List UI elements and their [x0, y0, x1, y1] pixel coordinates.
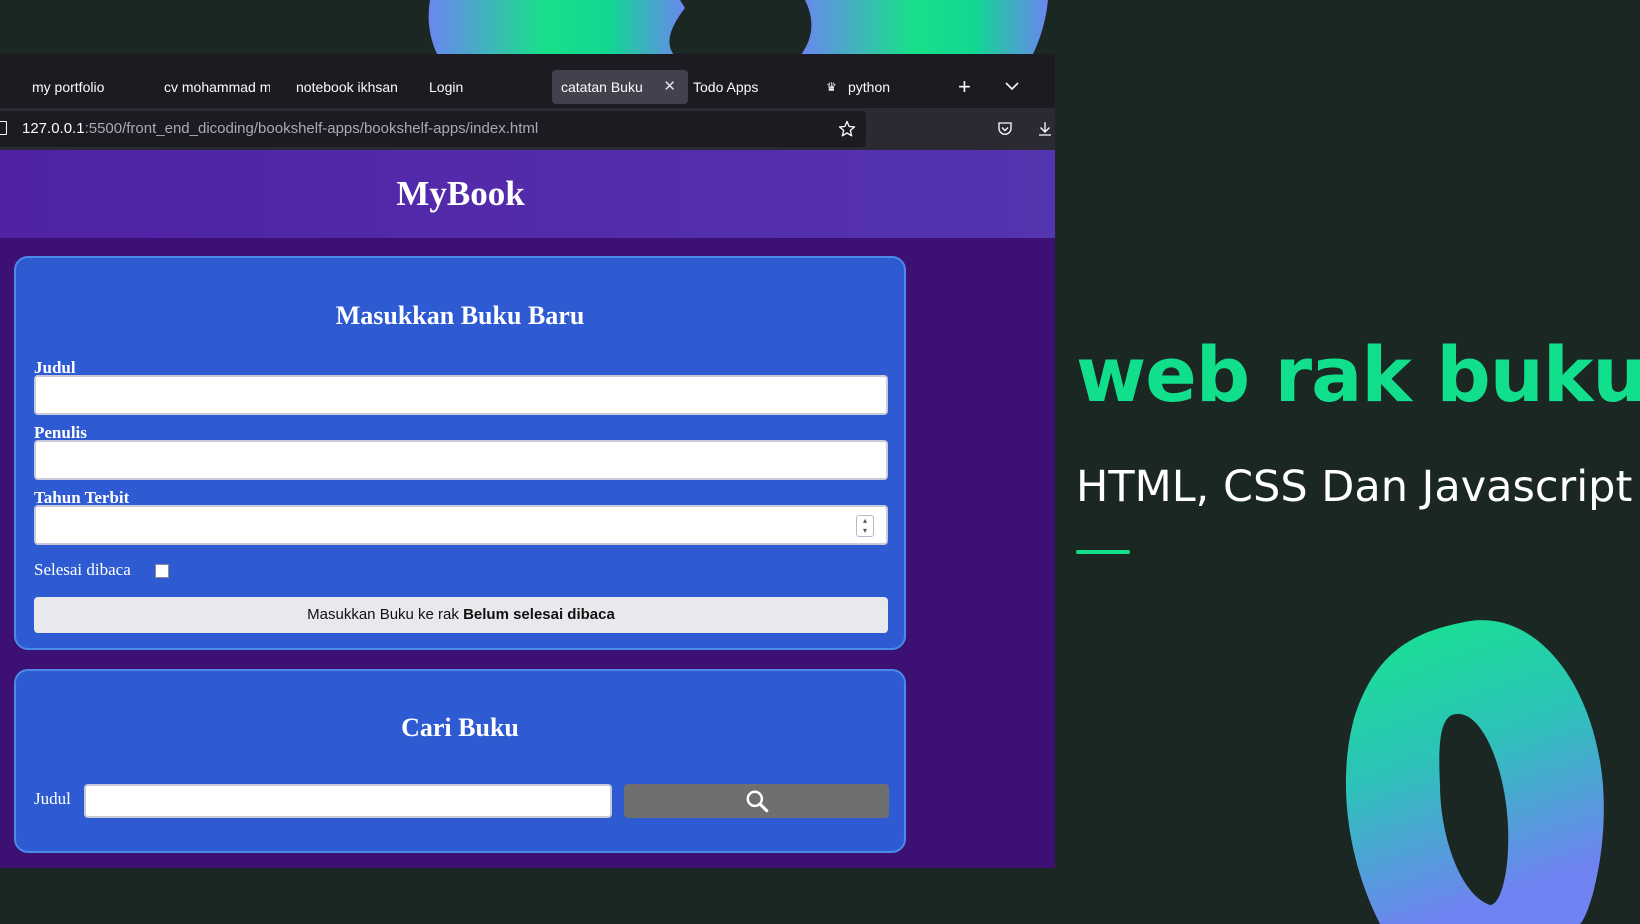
- star-icon[interactable]: [832, 108, 862, 150]
- hero-title: web rak buku: [1076, 330, 1640, 419]
- browser-window: my portfolio cv mohammad m notebook ikhs…: [0, 54, 1055, 868]
- tab-catatan-buku[interactable]: catatan Buku ✕: [552, 70, 688, 104]
- submit-prefix: Masukkan Buku ke rak: [307, 606, 459, 623]
- tab-todo-apps[interactable]: Todo Apps: [693, 70, 793, 104]
- address-field[interactable]: 127.0.0.1:5500/front_end_dicoding/booksh…: [0, 111, 866, 147]
- plus-icon[interactable]: +: [958, 70, 971, 104]
- input-section-heading: Masukkan Buku Baru: [335, 301, 585, 330]
- year-input[interactable]: ▴ ▾: [34, 505, 888, 545]
- tab-login[interactable]: Login: [429, 70, 539, 104]
- crown-icon: ♛: [826, 80, 837, 94]
- input-book-section: Masukkan Buku Baru Judul Penulis Tahun T…: [14, 256, 906, 650]
- search-button[interactable]: [624, 784, 889, 818]
- search-book-section: Cari Buku Judul: [14, 669, 906, 853]
- page-icon: [0, 121, 7, 135]
- app-title: MyBook: [396, 174, 525, 213]
- submit-shelf-name: Belum selesai dibaca: [463, 606, 615, 623]
- url-text[interactable]: 127.0.0.1:5500/front_end_dicoding/booksh…: [22, 111, 538, 147]
- tab-cv[interactable]: cv mohammad m: [164, 70, 270, 104]
- accent-divider: [1076, 550, 1130, 554]
- author-input[interactable]: [34, 440, 888, 480]
- url-bar: 127.0.0.1:5500/front_end_dicoding/booksh…: [0, 108, 1055, 150]
- tab-notebook[interactable]: notebook ikhsan: [296, 70, 406, 104]
- decorative-blob-bottom: [1345, 620, 1604, 924]
- close-icon[interactable]: ✕: [663, 70, 676, 104]
- number-spinner[interactable]: ▴ ▾: [856, 515, 874, 537]
- pocket-icon[interactable]: [990, 108, 1020, 150]
- chevron-down-icon[interactable]: [1004, 70, 1020, 104]
- download-icon[interactable]: [1030, 108, 1060, 150]
- tab-python[interactable]: python: [848, 70, 928, 104]
- search-label: Judul: [34, 789, 71, 808]
- tab-bar: my portfolio cv mohammad m notebook ikhs…: [0, 54, 1055, 108]
- hero-subtitle: HTML, CSS Dan Javascript: [1076, 462, 1633, 512]
- tab-label: catatan Buku: [561, 79, 643, 95]
- tab-my-portfolio[interactable]: my portfolio: [32, 70, 142, 104]
- search-input[interactable]: [84, 784, 612, 818]
- finished-checkbox[interactable]: [155, 564, 169, 578]
- title-input[interactable]: [34, 375, 888, 415]
- search-icon: [746, 790, 768, 813]
- search-section-heading: Cari Buku: [401, 713, 519, 742]
- decorative-blob-top: [428, 0, 1048, 56]
- submit-book-button[interactable]: Masukkan Buku ke rak Belum selesai dibac…: [34, 597, 888, 633]
- web-page: MyBook Masukkan Buku Baru Judul Penulis …: [0, 150, 1055, 868]
- finished-label: Selesai dibaca: [34, 560, 131, 579]
- app-header: MyBook: [0, 150, 1055, 238]
